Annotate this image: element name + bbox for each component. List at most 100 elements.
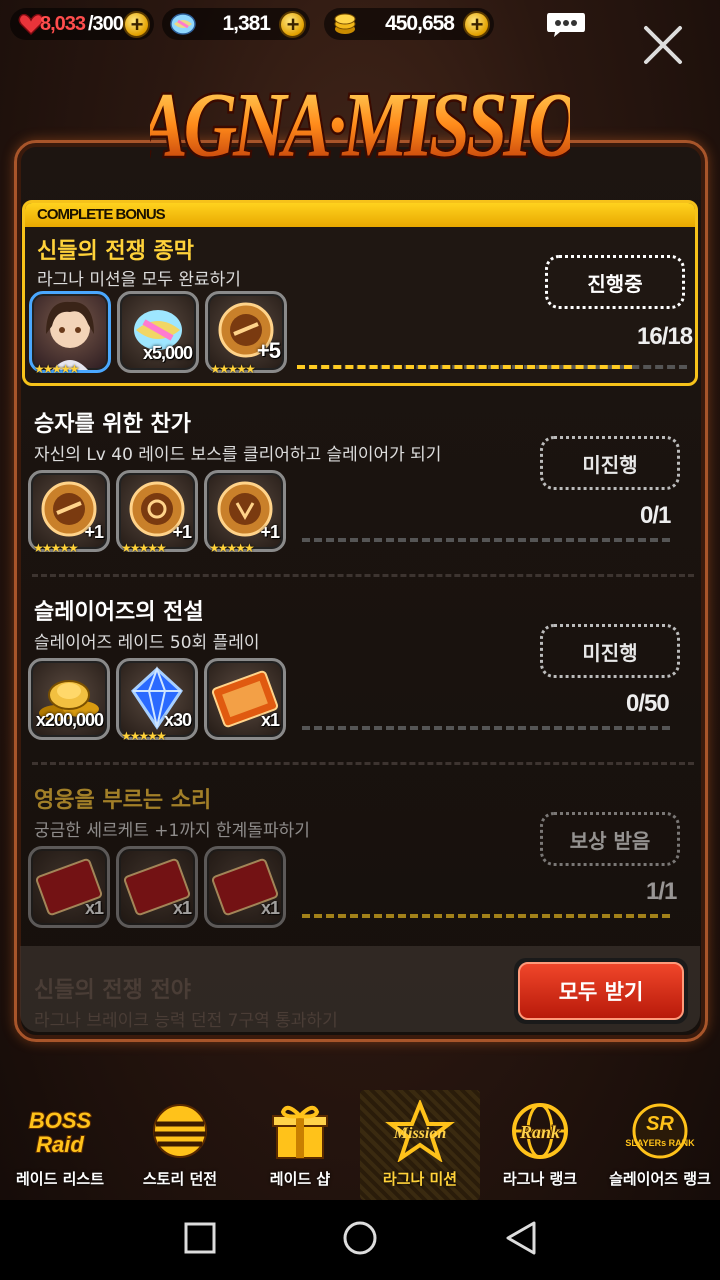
reward-quantity: x200,000 bbox=[35, 710, 104, 730]
reward-slot[interactable]: +1 ★★★★★ bbox=[116, 470, 198, 555]
reward-stars: ★★★★★ bbox=[121, 729, 167, 743]
gem-counter: 1,381 + bbox=[162, 8, 310, 40]
mission-progress: 1/1 bbox=[646, 878, 677, 905]
mission-description: 궁금한 세르케트 +1까지 한계돌파하기 bbox=[34, 821, 310, 841]
reward-quantity: x1 bbox=[260, 898, 280, 918]
recent-apps-icon[interactable] bbox=[184, 1222, 216, 1254]
stamina-max: /300 bbox=[88, 13, 124, 35]
reward-slot[interactable]: x1 bbox=[28, 846, 110, 928]
mission-title: 슬레이어즈의 전설 bbox=[34, 600, 204, 625]
reward-quantity: x1 bbox=[84, 898, 104, 918]
gem-icon bbox=[170, 13, 196, 35]
reward-slot[interactable]: x200,000 bbox=[28, 658, 110, 740]
mission-card-completed: 영웅을 부르는 소리 궁금한 세르케트 +1까지 한계돌파하기 보상 받음 x1… bbox=[22, 776, 698, 946]
divider bbox=[32, 574, 694, 577]
add-gold-button[interactable]: + bbox=[463, 11, 490, 38]
nav-label: 스토리 던전 bbox=[142, 1170, 218, 1188]
reward-slot[interactable]: x30 ★★★★★ bbox=[116, 658, 198, 743]
gift-icon bbox=[272, 1105, 328, 1159]
complete-bonus-card: COMPLETE BONUS 신들의 전쟁 종막 라그나 미션을 모두 완료하기… bbox=[22, 200, 698, 386]
reward-quantity: +1 bbox=[172, 522, 192, 542]
reward-slot[interactable]: ★★★★★ bbox=[29, 291, 111, 376]
reward-quantity: x1 bbox=[172, 898, 192, 918]
rank-globe-icon: Rank bbox=[512, 1103, 568, 1159]
reward-stars: ★★★★★ bbox=[121, 541, 167, 555]
reward-slot[interactable]: x5,000 bbox=[117, 291, 199, 373]
mission-title: 신들의 전쟁 종막 bbox=[37, 239, 194, 264]
mission-description: 라그나 미션을 모두 완료하기 bbox=[37, 270, 241, 290]
ragna-mission-logo: RAGNA·MISSION bbox=[150, 72, 570, 179]
mission-title: 영웅을 부르는 소리 bbox=[34, 788, 212, 813]
stamina-value: 8,033 bbox=[40, 13, 86, 35]
add-stamina-button[interactable]: + bbox=[123, 11, 150, 38]
svg-text:SLAYERs RANK: SLAYERs RANK bbox=[625, 1138, 695, 1148]
mission-description: 라그나 브레이크 능력 던전 7구역 통과하기 bbox=[34, 1011, 338, 1031]
reward-quantity: x5,000 bbox=[142, 343, 193, 363]
nav-ragna-rank[interactable]: Rank 라그나 랭크 bbox=[480, 1090, 600, 1200]
nav-label: 라그나 랭크 bbox=[502, 1170, 578, 1188]
mission-card: 승자를 위한 찬가 자신의 Lv 40 레이드 보스를 클리어하고 슬레이어가 … bbox=[22, 400, 698, 570]
mission-title: 신들의 전쟁 전야 bbox=[34, 978, 191, 1003]
gold-value: 450,658 bbox=[385, 12, 455, 35]
mission-progress: 0/50 bbox=[626, 690, 670, 717]
nav-raid-list[interactable]: BOSS Raid 레이드 리스트 bbox=[0, 1090, 120, 1200]
nav-label: 슬레이어즈 랭크 bbox=[609, 1170, 711, 1188]
reward-stars: ★★★★★ bbox=[33, 541, 79, 555]
reward-quantity: +5 bbox=[256, 338, 281, 363]
nav-label: 라그나 미션 bbox=[382, 1170, 458, 1188]
gold-counter: 450,658 + bbox=[324, 8, 494, 40]
boss-raid-icon: BOSSRaid bbox=[28, 1107, 93, 1158]
reward-slot[interactable]: +1 ★★★★★ bbox=[204, 470, 286, 555]
nav-ragna-mission[interactable]: Mission 라그나 미션 bbox=[360, 1090, 480, 1200]
claim-all-label: 모두 받기 bbox=[518, 962, 684, 1020]
mission-status-button[interactable]: 보상 받음 bbox=[540, 812, 680, 866]
nav-story-dungeon[interactable]: 스토리 던전 bbox=[120, 1090, 240, 1200]
close-icon[interactable] bbox=[640, 22, 686, 68]
progress-bar-track bbox=[302, 538, 670, 542]
nav-label: 레이드 리스트 bbox=[15, 1170, 105, 1188]
gold-coin-icon bbox=[334, 13, 356, 34]
svg-text:RAGNA·MISSION: RAGNA·MISSION bbox=[150, 74, 570, 177]
progress-bar-fill bbox=[297, 365, 632, 369]
chat-icon[interactable] bbox=[546, 12, 586, 38]
mission-description: 자신의 Lv 40 레이드 보스를 클리어하고 슬레이어가 되기 bbox=[34, 445, 442, 465]
nav-slayers-rank[interactable]: SR SLAYERs RANK 슬레이어즈 랭크 bbox=[600, 1090, 720, 1200]
nav-raid-shop[interactable]: 레이드 샵 bbox=[240, 1090, 360, 1200]
progress-bar-fill bbox=[302, 914, 670, 918]
mission-description: 슬레이어즈 레이드 50회 플레이 bbox=[34, 633, 260, 653]
mission-status-button[interactable]: 미진행 bbox=[540, 624, 680, 678]
add-gem-button[interactable]: + bbox=[279, 11, 306, 38]
reward-quantity: +1 bbox=[84, 522, 104, 542]
mission-title: 승자를 위한 찬가 bbox=[34, 412, 191, 437]
svg-text:BOSS: BOSS bbox=[29, 1108, 92, 1133]
mission-status-button[interactable]: 미진행 bbox=[540, 436, 680, 490]
complete-bonus-label: COMPLETE BONUS bbox=[37, 206, 166, 223]
bottom-navigation: BOSS Raid 레이드 리스트 스토리 던전 레이드 샵 Mission 라그… bbox=[0, 1090, 720, 1200]
hero-portrait-icon bbox=[46, 301, 94, 370]
home-icon[interactable] bbox=[342, 1220, 378, 1256]
divider bbox=[32, 762, 694, 765]
mission-star-icon: Mission bbox=[385, 1100, 455, 1162]
reward-slot[interactable]: x1 bbox=[204, 846, 286, 928]
app-screen: 8,033 /300 + 1,381 + 450,658 + RAGNA·MIS… bbox=[0, 0, 720, 1280]
svg-text:Raid: Raid bbox=[36, 1132, 84, 1157]
reward-slot[interactable]: +1 ★★★★★ bbox=[28, 470, 110, 555]
stamina-counter: 8,033 /300 + bbox=[10, 8, 154, 40]
claim-all-button[interactable]: 모두 받기 bbox=[514, 958, 688, 1024]
back-icon[interactable] bbox=[504, 1220, 538, 1256]
svg-text:Rank: Rank bbox=[519, 1122, 560, 1142]
reward-slot[interactable]: x1 bbox=[116, 846, 198, 928]
nav-label: 레이드 샵 bbox=[269, 1170, 331, 1188]
gem-value: 1,381 bbox=[222, 12, 271, 35]
reward-stars: ★★★★★ bbox=[209, 541, 255, 555]
reward-slot[interactable]: +5 ★★★★★ bbox=[205, 291, 287, 376]
story-dungeon-icon bbox=[153, 1104, 207, 1158]
mission-status-button[interactable]: 진행중 bbox=[545, 255, 685, 309]
mission-progress: 16/18 bbox=[637, 323, 693, 350]
mission-progress: 0/1 bbox=[640, 502, 671, 529]
reward-stars: ★★★★★ bbox=[210, 362, 256, 376]
reward-slot[interactable]: x1 bbox=[204, 658, 286, 740]
resource-bar: 8,033 /300 + 1,381 + 450,658 + bbox=[0, 0, 720, 50]
complete-bonus-header: COMPLETE BONUS bbox=[25, 203, 695, 227]
mission-card: 슬레이어즈의 전설 슬레이어즈 레이드 50회 플레이 미진행 x200,000… bbox=[22, 588, 698, 758]
